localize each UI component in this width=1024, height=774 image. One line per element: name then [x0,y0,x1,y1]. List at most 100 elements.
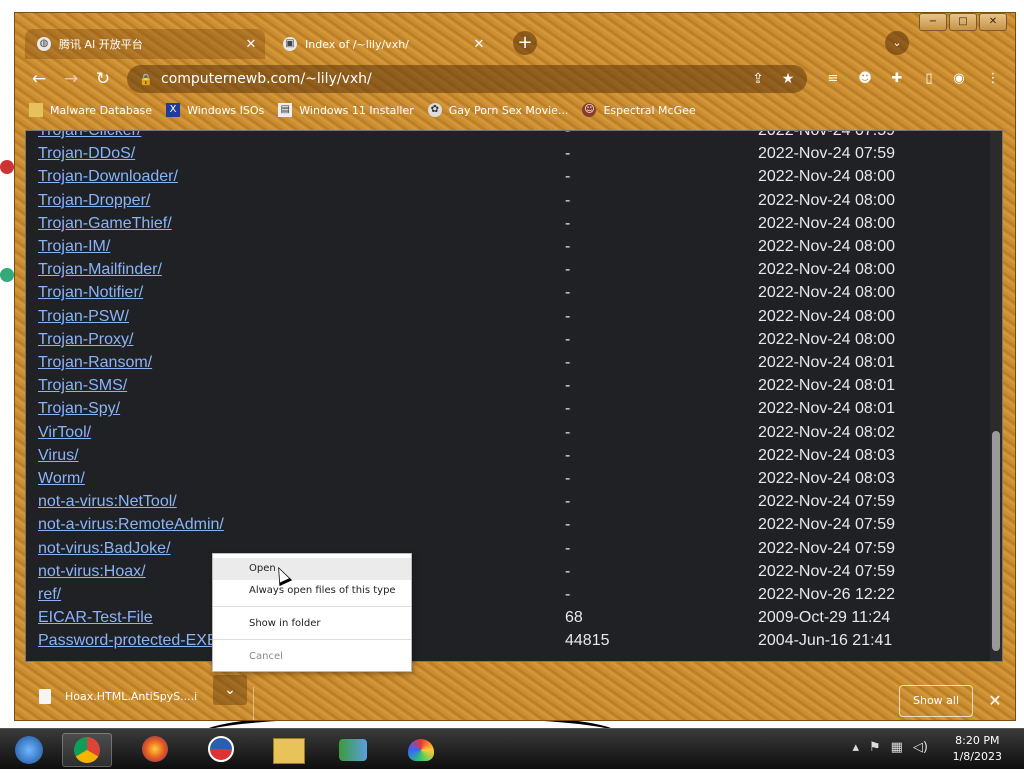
entry-link[interactable]: Trojan-Ransom/ [38,354,152,372]
entry-link[interactable]: Trojan-GameThief/ [38,215,172,233]
forward-button[interactable]: → [59,67,83,91]
menu-item-cancel: Cancel [213,646,411,668]
x-logo-icon: X [166,103,181,117]
entry-link[interactable]: Trojan-Downloader/ [38,168,178,186]
chevron-down-icon: ⌄ [224,682,236,698]
entry-link[interactable]: Trojan-PSW/ [38,308,129,326]
entry-link[interactable]: EICAR-Test-File [38,609,153,627]
address-bar[interactable]: 🔒 computernewb.com/~lily/vxh/ ⇪ ★ [127,65,807,93]
entry-link[interactable]: not-a-virus:RemoteAdmin/ [38,516,224,534]
network-people-icon[interactable] [328,733,378,767]
reload-button[interactable]: ↻ [91,67,115,91]
desktop-icon-fragment[interactable] [0,268,14,282]
url-text[interactable]: computernewb.com/~lily/vxh/ [161,71,747,87]
table-row: Worm/ - 2022-Nov-24 08:03 [38,470,988,492]
profile-icon[interactable]: ◉ [949,69,969,89]
vertical-scrollbar[interactable] [990,131,1002,661]
download-item[interactable]: Hoax.HTML.AntiSpyS....i [31,681,205,711]
entry-link[interactable]: not-a-virus:NetTool/ [38,493,177,511]
clock[interactable]: 8:20 PM 1/8/2023 [953,733,1002,765]
entry-link[interactable]: Trojan-DDoS/ [38,145,135,163]
side-panel-icon[interactable]: ▯ [919,69,939,89]
table-row: Trojan-SMS/ - 2022-Nov-24 08:01 [38,377,988,399]
entry-date: 2022-Nov-24 08:01 [758,400,895,418]
table-row: Trojan-Spy/ - 2022-Nov-24 08:01 [38,400,988,422]
entry-date: 2022-Nov-24 07:59 [758,516,895,534]
entry-link[interactable]: Virus/ [38,447,79,465]
bookmark-malware-database[interactable]: Malware Database [29,103,152,117]
entry-link[interactable]: Worm/ [38,470,85,488]
close-icon[interactable]: ✕ [471,37,487,52]
entry-size: - [565,214,571,232]
entry-link[interactable]: Trojan-SMS/ [38,377,127,395]
entry-link[interactable]: Trojan-Notifier/ [38,284,143,302]
bookmark-label: Gay Porn Sex Movie... [448,103,569,117]
close-window-button[interactable]: ✕ [979,13,1007,31]
entry-date: 2022-Nov-24 07:59 [758,539,895,557]
entry-date: 2022-Nov-24 07:59 [758,562,895,580]
obama-campaign-icon[interactable] [196,733,246,767]
close-shelf-icon[interactable]: ✕ [987,691,1003,710]
scrollbar-thumb[interactable] [992,431,1000,651]
tab-search-button[interactable]: ⌄ [885,31,909,55]
entry-size: - [565,261,571,279]
entry-link[interactable]: Trojan-Proxy/ [38,331,133,349]
entry-link[interactable]: VirTool/ [38,424,91,442]
extensions-puzzle-icon[interactable]: ✚ [887,69,907,89]
maximize-button[interactable]: □ [949,13,977,31]
entry-link[interactable]: Trojan-Dropper/ [38,192,150,210]
entry-link[interactable]: Trojan-Mailfinder/ [38,261,162,279]
firefox-icon[interactable] [130,733,180,767]
minimize-button[interactable]: − [919,13,947,31]
action-center-flag-icon[interactable]: ⚑ [869,740,881,755]
entry-link[interactable]: Trojan-IM/ [38,238,110,256]
tab-tencent-ai[interactable]: ◍ 腾讯 AI 开放平台 ✕ [25,29,265,59]
entry-size: - [565,446,571,464]
table-row: Trojan-Dropper/ - 2022-Nov-24 08:00 [38,192,988,214]
menu-item-always-open[interactable]: Always open files of this type [213,580,411,602]
bookmark-windows-11-installer[interactable]: ▤ Windows 11 Installer [278,103,414,117]
show-all-button[interactable]: Show all [899,685,973,717]
chrome-icon[interactable] [62,733,112,767]
entry-link[interactable]: Password-protected-EXE [38,632,218,650]
tray-expand-icon[interactable]: ▴ [852,740,859,755]
extension-avatar-icon[interactable]: ☻ [855,69,875,89]
entry-link[interactable]: ref/ [38,586,61,604]
chevron-down-icon: ⌄ [892,36,902,49]
entry-link[interactable]: not-virus:Hoax/ [38,563,146,581]
entry-date: 2004-Jun-16 21:41 [758,632,893,650]
download-shelf: Hoax.HTML.AntiSpyS....i ⌄ Show all ✕ [15,673,1015,720]
table-row: not-a-virus:RemoteAdmin/ - 2022-Nov-24 07:… [38,516,988,538]
table-row: not-a-virus:NetTool/ - 2022-Nov-24 07:59 [38,493,988,515]
menu-dots-icon[interactable]: ⋮ [983,69,1003,89]
entry-link[interactable]: not-virus:BadJoke/ [38,540,171,558]
volume-icon[interactable]: ◁) [913,740,928,755]
start-orb-icon[interactable] [4,733,54,767]
share-icon[interactable]: ⇪ [747,71,769,87]
browser-window: ◍ 腾讯 AI 开放平台 ✕ ▣ Index of /~lily/vxh/ ✕ … [14,12,1016,721]
desktop-icon-fragment[interactable] [0,160,14,174]
bookmark-star-icon[interactable]: ★ [777,71,799,87]
entry-link[interactable]: Trojan-Clicker/ [38,131,141,140]
menu-item-label: Show in folder [249,618,321,629]
menu-item-open[interactable]: Open [213,558,411,580]
tab-index-vxh[interactable]: ▣ Index of /~lily/vxh/ ✕ [271,29,493,59]
download-options-button[interactable]: ⌄ [213,675,247,705]
paint-icon[interactable] [396,733,446,767]
folder-icon [29,103,43,117]
back-button[interactable]: ← [27,67,51,91]
entry-link[interactable]: Trojan-Spy/ [38,400,120,418]
table-row: Password-protected-EXE 44815 2004-Jun-16 2… [38,632,988,654]
close-icon[interactable]: ✕ [243,37,259,52]
new-tab-button[interactable]: + [513,31,537,55]
menu-item-show-in-folder[interactable]: Show in folder [213,613,411,635]
network-icon[interactable]: ▦ [891,740,903,755]
document-icon: ▤ [278,103,293,117]
bookmark-espectral-mcgee[interactable]: ☺ Espectral McGee [582,103,696,117]
entry-date: 2022-Nov-24 08:01 [758,354,895,371]
entry-date: 2022-Nov-24 08:00 [758,238,895,255]
bookmark-windows-isos[interactable]: X Windows ISOs [166,103,264,117]
extension-flag-icon[interactable]: ≡ [823,69,843,89]
file-explorer-icon[interactable] [264,733,314,767]
bookmark-site[interactable]: ✿ Gay Porn Sex Movie... [427,103,569,117]
